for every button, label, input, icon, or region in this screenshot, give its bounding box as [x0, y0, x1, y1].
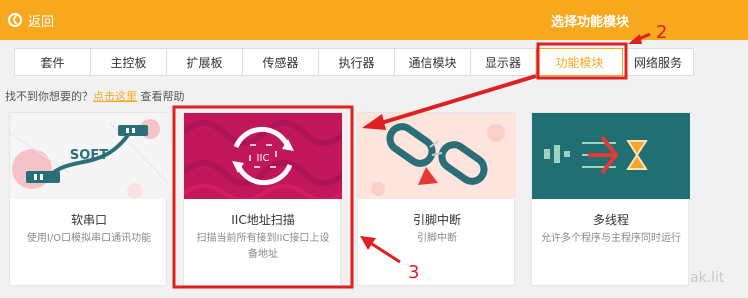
tab-communication[interactable]: 通信模块 — [395, 49, 471, 75]
card-name: 多线程 — [592, 213, 629, 227]
tab-network-service[interactable]: 网络服务 — [623, 49, 693, 75]
app-header: ❮ 返回 选择功能模块 — [0, 0, 748, 40]
tab-sensor[interactable]: 传感器 — [243, 49, 319, 75]
annotation-step-3: 3 — [408, 262, 420, 283]
card-description: 使用I/O口模拟串口通讯功能 — [26, 233, 152, 244]
watermark: ak.lit — [690, 270, 725, 286]
tab-kit[interactable]: 套件 — [15, 49, 91, 75]
iic-scan-image: IIC — [184, 113, 342, 199]
card-description: 允许多个程序与主程序同时运行 — [541, 233, 681, 244]
help-suffix: 查看帮助 — [137, 90, 185, 103]
category-tabs: 套件 主控板 扩展板 传感器 执行器 通信模块 显示器 功能模块 网络服务 — [14, 48, 694, 76]
card-description: 扫描当前所有接到IIC接口上设备地址 — [196, 233, 330, 260]
module-card-pin-interrupt[interactable]: 引脚中断 引脚中断 — [357, 112, 516, 286]
iic-logo-text: IIC — [257, 153, 270, 164]
card-name: IIC地址扫描 — [231, 213, 295, 227]
help-prefix: 找不到你想要的？ — [5, 90, 93, 103]
pin-interrupt-image — [358, 113, 516, 199]
module-card-soft-serial[interactable]: SOFT 软串口 使用I/O口模拟串口通讯功能 — [9, 112, 168, 286]
help-text: 找不到你想要的？点击这里 查看帮助 — [5, 88, 185, 104]
soft-logo-text: SOFT — [70, 148, 108, 163]
back-label: 返回 — [28, 14, 55, 30]
annotation-step-2: 2 — [656, 22, 668, 43]
tab-display[interactable]: 显示器 — [471, 49, 536, 75]
page-title: 选择功能模块 — [550, 15, 629, 30]
multithreading-image — [532, 113, 690, 199]
tab-actuator[interactable]: 执行器 — [319, 49, 395, 75]
module-card-multithreading[interactable]: 多线程 允许多个程序与主程序同时运行 — [531, 112, 690, 286]
module-card-iic-scan[interactable]: IIC IIC地址扫描 扫描当前所有接到IIC接口上设备地址 — [183, 112, 342, 286]
back-button[interactable]: ❮ 返回 — [8, 11, 55, 30]
card-name: 引脚中断 — [412, 213, 461, 227]
tab-function-module[interactable]: 功能模块 — [536, 48, 623, 76]
tab-expansion-board[interactable]: 扩展板 — [167, 49, 243, 75]
card-name: 软串口 — [70, 213, 107, 227]
chevron-left-icon: ❮ — [8, 13, 22, 27]
help-link[interactable]: 点击这里 — [93, 90, 137, 103]
card-description: 引脚中断 — [417, 233, 457, 244]
soft-serial-image: SOFT — [10, 113, 168, 199]
tab-mainboard[interactable]: 主控板 — [91, 49, 167, 75]
